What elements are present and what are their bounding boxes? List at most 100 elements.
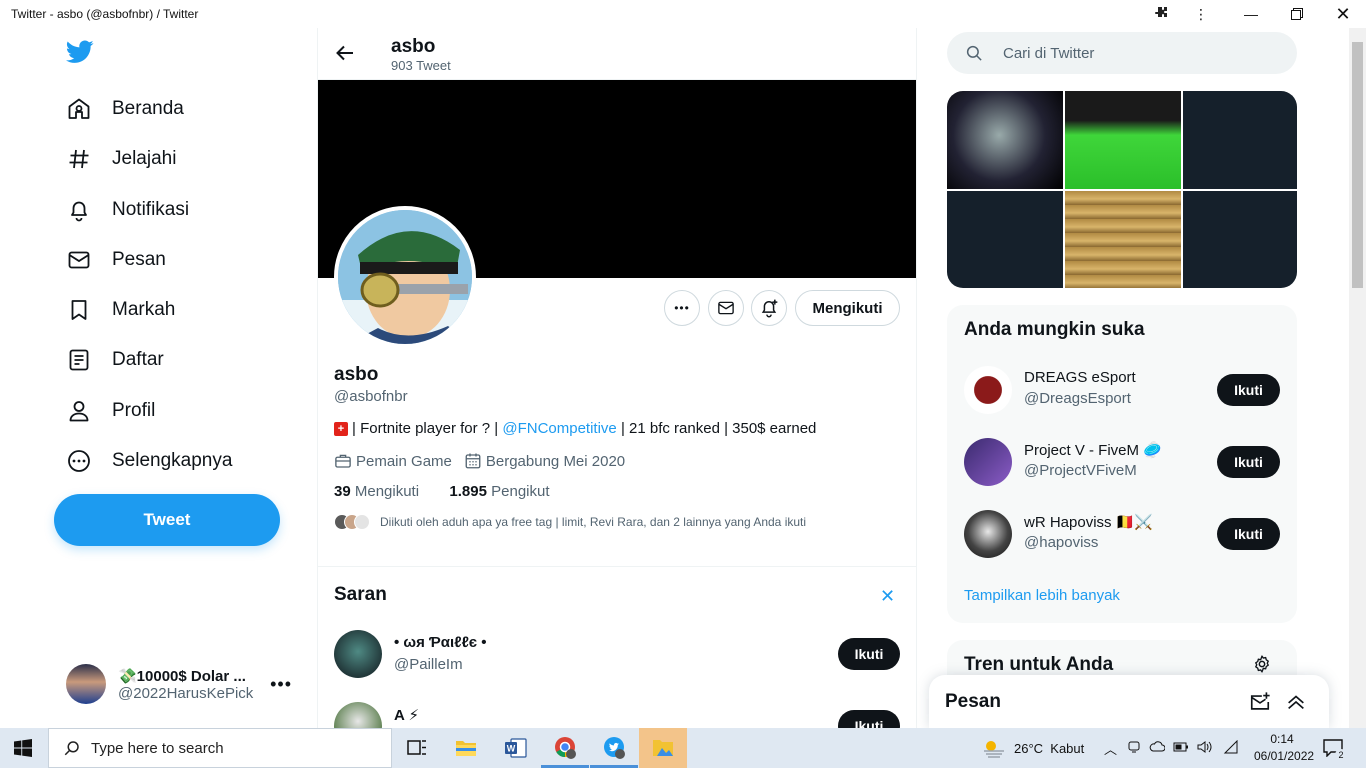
battery-icon[interactable] [1173, 741, 1189, 756]
volume-icon[interactable] [1197, 740, 1213, 757]
browser-menu-icon[interactable]: ⋮ [1190, 4, 1212, 24]
bookmark-icon [66, 297, 92, 323]
who-to-follow-item[interactable]: Project V - FiveM 🥏 @ProjectVFiveM Ikuti [964, 438, 1280, 488]
trends-title: Tren untuk Anda [964, 654, 1114, 675]
new-message-icon[interactable] [1249, 691, 1271, 718]
chevron-up-icon[interactable]: ︿ [1104, 739, 1117, 758]
dismiss-suggestions-icon[interactable]: ✕ [880, 586, 895, 607]
bell-plus-icon [761, 299, 778, 318]
follow-button[interactable]: Ikuti [838, 638, 900, 670]
left-sidebar: Beranda Jelajahi Notifikasi Pesan Markah… [0, 28, 318, 728]
account-switcher[interactable]: 💸10000$ Dolar ... @2022HarusKePick ••• [54, 652, 304, 716]
messages-dock-title: Pesan [945, 691, 1001, 712]
taskbar-search-input[interactable]: Type here to search [48, 728, 392, 768]
more-dots-icon: ••• [674, 301, 690, 315]
photos-app-icon[interactable] [639, 728, 687, 768]
word-icon[interactable]: W [492, 728, 540, 768]
suggestion-name: • ωя Ƥαιℓℓє • [394, 634, 487, 651]
briefcase-icon [335, 454, 351, 468]
media-thumbnail[interactable] [947, 191, 1063, 288]
search-icon [64, 741, 79, 756]
profile-avatar[interactable] [334, 206, 476, 348]
who-to-follow-name: Project V - FiveM 🥏 [1024, 442, 1162, 459]
window-title: Twitter - asbo (@asbofnbr) / Twitter [11, 7, 199, 21]
search-input[interactable]: Cari di Twitter [947, 32, 1297, 74]
follow-button[interactable]: Ikuti [1217, 518, 1280, 550]
more-dots-icon: ••• [270, 674, 292, 694]
file-explorer-icon[interactable] [442, 728, 490, 768]
media-thumbnail[interactable] [947, 91, 1063, 189]
who-to-follow-handle: @DreagsEsport [1024, 390, 1131, 407]
windows-start-icon[interactable] [14, 739, 32, 762]
media-thumbnail[interactable] [1183, 91, 1297, 189]
back-arrow-icon[interactable] [334, 42, 356, 64]
swiss-flag-icon: + [334, 421, 348, 436]
extensions-icon[interactable] [1150, 4, 1172, 24]
profile-category: Pemain Game [356, 452, 452, 470]
weather-widget[interactable]: 26°C Kabut [982, 728, 1084, 768]
network-icon[interactable] [1223, 739, 1239, 757]
task-view-icon[interactable] [393, 728, 441, 768]
nav-label: Selengkapnya [112, 450, 233, 471]
nav-messages[interactable]: Pesan [54, 238, 178, 282]
who-to-follow-item[interactable]: DREAGS eSport @DreagsEsport Ikuti [964, 366, 1280, 416]
taskbar-clock[interactable]: 0:14 06/01/2022 [1254, 731, 1314, 765]
media-thumbnail[interactable] [1065, 91, 1181, 189]
messages-dock[interactable]: Pesan [929, 675, 1329, 728]
who-to-follow-item[interactable]: wR Hapoviss 🇧🇪⚔️ @hapoviss Ikuti [964, 510, 1280, 560]
twitter-app-icon[interactable] [590, 728, 638, 768]
nav-bookmarks[interactable]: Markah [54, 288, 187, 332]
nav-lists[interactable]: Daftar [54, 338, 176, 382]
following-button[interactable]: Mengikuti [795, 290, 900, 326]
header-name: asbo [391, 36, 436, 57]
following-stat[interactable]: 39 Mengikuti [334, 483, 419, 500]
scrollbar-thumb[interactable] [1352, 42, 1363, 288]
clock-time: 0:14 [1270, 732, 1294, 746]
more-options-button[interactable]: ••• [664, 290, 700, 326]
nav-more[interactable]: Selengkapnya [54, 439, 244, 483]
profile-meta: Pemain Game Bergabung Mei 2020 [334, 452, 637, 470]
tweet-button[interactable]: Tweet [54, 494, 280, 546]
avatar [964, 438, 1012, 486]
message-button[interactable] [708, 290, 744, 326]
profile-stats: 39 Mengikuti 1.895 Pengikut [334, 483, 550, 500]
restore-icon[interactable] [1286, 4, 1308, 24]
taskbar-search-placeholder: Type here to search [91, 739, 224, 757]
hashtag-icon [66, 146, 92, 172]
notification-center[interactable]: 2 [1323, 728, 1347, 768]
avatar [964, 366, 1012, 414]
nav-profile[interactable]: Profil [54, 389, 167, 433]
suggestion-handle: @PailleIm [394, 656, 463, 673]
follow-button[interactable]: Ikuti [838, 710, 900, 728]
nav-explore[interactable]: Jelajahi [54, 137, 188, 181]
onedrive-icon[interactable] [1149, 740, 1166, 756]
header-tweet-count: 903 Tweet [391, 58, 451, 73]
nav-notifications[interactable]: Notifikasi [54, 188, 201, 232]
nav-label: Notifikasi [112, 199, 190, 220]
media-thumbnail[interactable] [1065, 191, 1181, 288]
show-more-link[interactable]: Tampilkan lebih banyak [964, 587, 1120, 604]
bio-mention-link[interactable]: @FNCompetitive [502, 420, 616, 437]
chevron-up-icon[interactable] [1285, 691, 1307, 718]
nav-label: Daftar [112, 349, 164, 370]
media-thumbnail[interactable] [1183, 191, 1297, 288]
suggestion-item[interactable]: • ωя Ƥαιℓℓє • @PailleIm Ikuti [334, 630, 900, 686]
chrome-icon[interactable] [541, 728, 589, 768]
followers-stat[interactable]: 1.895 Pengikut [449, 483, 549, 500]
close-window-icon[interactable]: ✕ [1332, 4, 1354, 24]
minimize-icon[interactable]: — [1240, 4, 1262, 24]
follow-button[interactable]: Ikuti [1217, 446, 1280, 478]
meet-now-icon[interactable] [1127, 740, 1141, 757]
nav-label: Profil [112, 400, 156, 421]
media-grid [947, 91, 1297, 288]
nav-home[interactable]: Beranda [54, 87, 196, 131]
mail-icon [718, 301, 734, 315]
followed-by[interactable]: Diikuti oleh aduh apa ya free tag | limi… [334, 514, 806, 530]
notify-button[interactable] [751, 290, 787, 326]
bio-text-suffix: | 21 bfc ranked | 350$ earned [616, 420, 817, 437]
svg-text:W: W [507, 744, 516, 754]
page-scrollbar[interactable] [1349, 28, 1366, 728]
suggestion-item[interactable]: A ⚡ Ikuti [334, 702, 900, 728]
twitter-logo-icon[interactable] [65, 40, 94, 64]
follow-button[interactable]: Ikuti [1217, 374, 1280, 406]
